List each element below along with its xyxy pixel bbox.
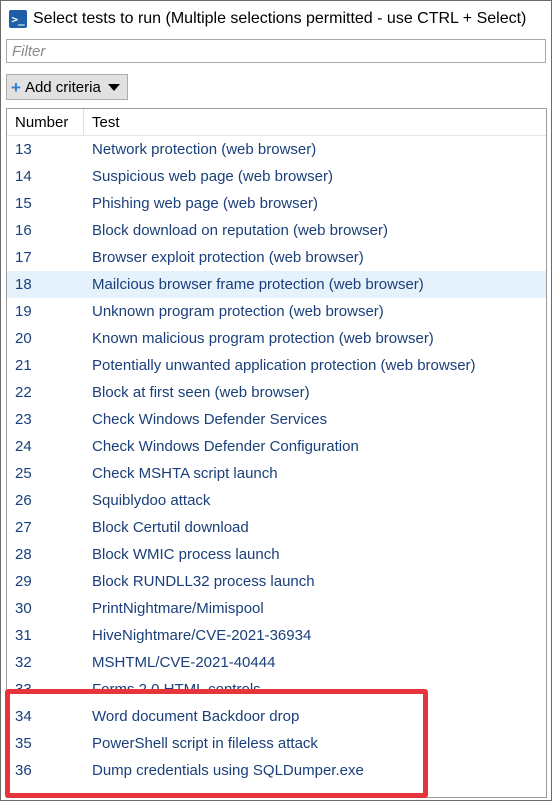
test-number-cell: 30	[15, 600, 32, 617]
test-name-cell: Suspicious web page (web browser)	[92, 168, 333, 185]
table-row[interactable]: 29 Block RUNDLL32 process launch	[7, 568, 546, 595]
test-name-cell: Block Certutil download	[92, 519, 249, 536]
table-row[interactable]: 27 Block Certutil download	[7, 514, 546, 541]
filter-input[interactable]	[6, 39, 546, 63]
test-name-cell: PrintNightmare/Mimispool	[92, 600, 264, 617]
test-selection-window: >_ Select tests to run (Multiple selecti…	[0, 0, 552, 801]
table-row[interactable]: 23 Check Windows Defender Services	[7, 406, 546, 433]
table-row[interactable]: 31 HiveNightmare/CVE-2021-36934	[7, 622, 546, 649]
test-name-cell: Known malicious program protection (web …	[92, 330, 434, 347]
test-number-cell: 13	[15, 141, 32, 158]
test-name-cell: Phishing web page (web browser)	[92, 195, 318, 212]
plus-icon: +	[11, 77, 21, 97]
test-name-cell: Word document Backdoor drop	[92, 708, 300, 725]
window-title: Select tests to run (Multiple selections…	[33, 10, 527, 27]
grid-header: Number Test	[7, 109, 546, 136]
test-number-cell: 34	[15, 708, 32, 725]
test-number-cell: 24	[15, 438, 32, 455]
test-number-cell: 28	[15, 546, 32, 563]
test-name-cell: Block RUNDLL32 process launch	[92, 573, 315, 590]
table-row[interactable]: 28 Block WMIC process launch	[7, 541, 546, 568]
test-name-cell: Block at first seen (web browser)	[92, 384, 310, 401]
table-row[interactable]: 20 Known malicious program protection (we…	[7, 325, 546, 352]
table-row[interactable]: 16 Block download on reputation (web brow…	[7, 217, 546, 244]
test-number-cell: 18	[15, 276, 32, 293]
chevron-down-icon	[107, 83, 120, 91]
table-row[interactable]: 21 Potentially unwanted application prote…	[7, 352, 546, 379]
test-number-cell: 20	[15, 330, 32, 347]
table-row[interactable]: 17 Browser exploit protection (web browse…	[7, 244, 546, 271]
test-number-cell: 15	[15, 195, 32, 212]
table-row[interactable]: 18 Mailcious browser frame protection (we…	[7, 271, 546, 298]
test-number-cell: 35	[15, 735, 32, 752]
column-header-test[interactable]: Test	[84, 109, 546, 135]
table-row[interactable]: 25 Check MSHTA script launch	[7, 460, 546, 487]
test-name-cell: Unknown program protection (web browser)	[92, 303, 384, 320]
test-name-cell: Squiblydoo attack	[92, 492, 211, 509]
test-number-cell: 16	[15, 222, 32, 239]
test-name-cell: Mailcious browser frame protection (web …	[92, 276, 424, 293]
test-name-cell: Browser exploit protection (web browser)	[92, 249, 364, 266]
table-row[interactable]: 34 Word document Backdoor drop	[7, 703, 546, 730]
table-row[interactable]: 36 Dump credentials using SQLDumper.exe	[7, 757, 546, 784]
table-row[interactable]: 32 MSHTML/CVE-2021-40444	[7, 649, 546, 676]
test-number-cell: 21	[15, 357, 32, 374]
test-name-cell: Forms 2.0 HTML controls	[92, 681, 261, 698]
column-header-number[interactable]: Number	[7, 109, 84, 135]
test-name-cell: Network protection (web browser)	[92, 141, 317, 158]
test-number-cell: 36	[15, 762, 32, 779]
add-criteria-label: Add criteria	[24, 78, 101, 96]
test-number-cell: 25	[15, 465, 32, 482]
test-number-cell: 27	[15, 519, 32, 536]
toolbar: + Add criteria	[1, 63, 551, 105]
test-number-cell: 26	[15, 492, 32, 509]
table-row[interactable]: 22 Block at first seen (web browser)	[7, 379, 546, 406]
table-row[interactable]: 30 PrintNightmare/Mimispool	[7, 595, 546, 622]
table-row[interactable]: 24 Check Windows Defender Configuration	[7, 433, 546, 460]
test-number-cell: 23	[15, 411, 32, 428]
test-number-cell: 29	[15, 573, 32, 590]
table-row[interactable]: 33 Forms 2.0 HTML controls	[7, 676, 546, 703]
test-name-cell: Potentially unwanted application protect…	[92, 357, 476, 374]
table-row[interactable]: 19 Unknown program protection (web browse…	[7, 298, 546, 325]
add-criteria-button[interactable]: + Add criteria	[6, 74, 128, 100]
grid-rows: 13 Network protection (web browser) 14 Susp…	[7, 136, 546, 784]
test-number-cell: 14	[15, 168, 32, 185]
test-number-cell: 33	[15, 681, 32, 698]
test-name-cell: Block download on reputation (web browse…	[92, 222, 388, 239]
test-name-cell: Dump credentials using SQLDumper.exe	[92, 762, 364, 779]
table-row[interactable]: 14 Suspicious web page (web browser)	[7, 163, 546, 190]
test-number-cell: 31	[15, 627, 32, 644]
test-name-cell: Check MSHTA script launch	[92, 465, 278, 482]
test-name-cell: Block WMIC process launch	[92, 546, 280, 563]
test-number-cell: 17	[15, 249, 32, 266]
title-bar[interactable]: >_ Select tests to run (Multiple selecti…	[1, 1, 551, 37]
tests-grid[interactable]: Number Test 13 Network protection (web br…	[6, 108, 547, 798]
test-name-cell: HiveNightmare/CVE-2021-36934	[92, 627, 312, 644]
table-row[interactable]: 13 Network protection (web browser)	[7, 136, 546, 163]
test-name-cell: Check Windows Defender Configuration	[92, 438, 359, 455]
powershell-icon: >_	[9, 10, 27, 28]
test-number-cell: 22	[15, 384, 32, 401]
test-name-cell: PowerShell script in fileless attack	[92, 735, 318, 752]
test-number-cell: 19	[15, 303, 32, 320]
table-row[interactable]: 26 Squiblydoo attack	[7, 487, 546, 514]
test-name-cell: Check Windows Defender Services	[92, 411, 328, 428]
test-number-cell: 32	[15, 654, 32, 671]
test-name-cell: MSHTML/CVE-2021-40444	[92, 654, 276, 671]
table-row[interactable]: 35 PowerShell script in fileless attack	[7, 730, 546, 757]
table-row[interactable]: 15 Phishing web page (web browser)	[7, 190, 546, 217]
